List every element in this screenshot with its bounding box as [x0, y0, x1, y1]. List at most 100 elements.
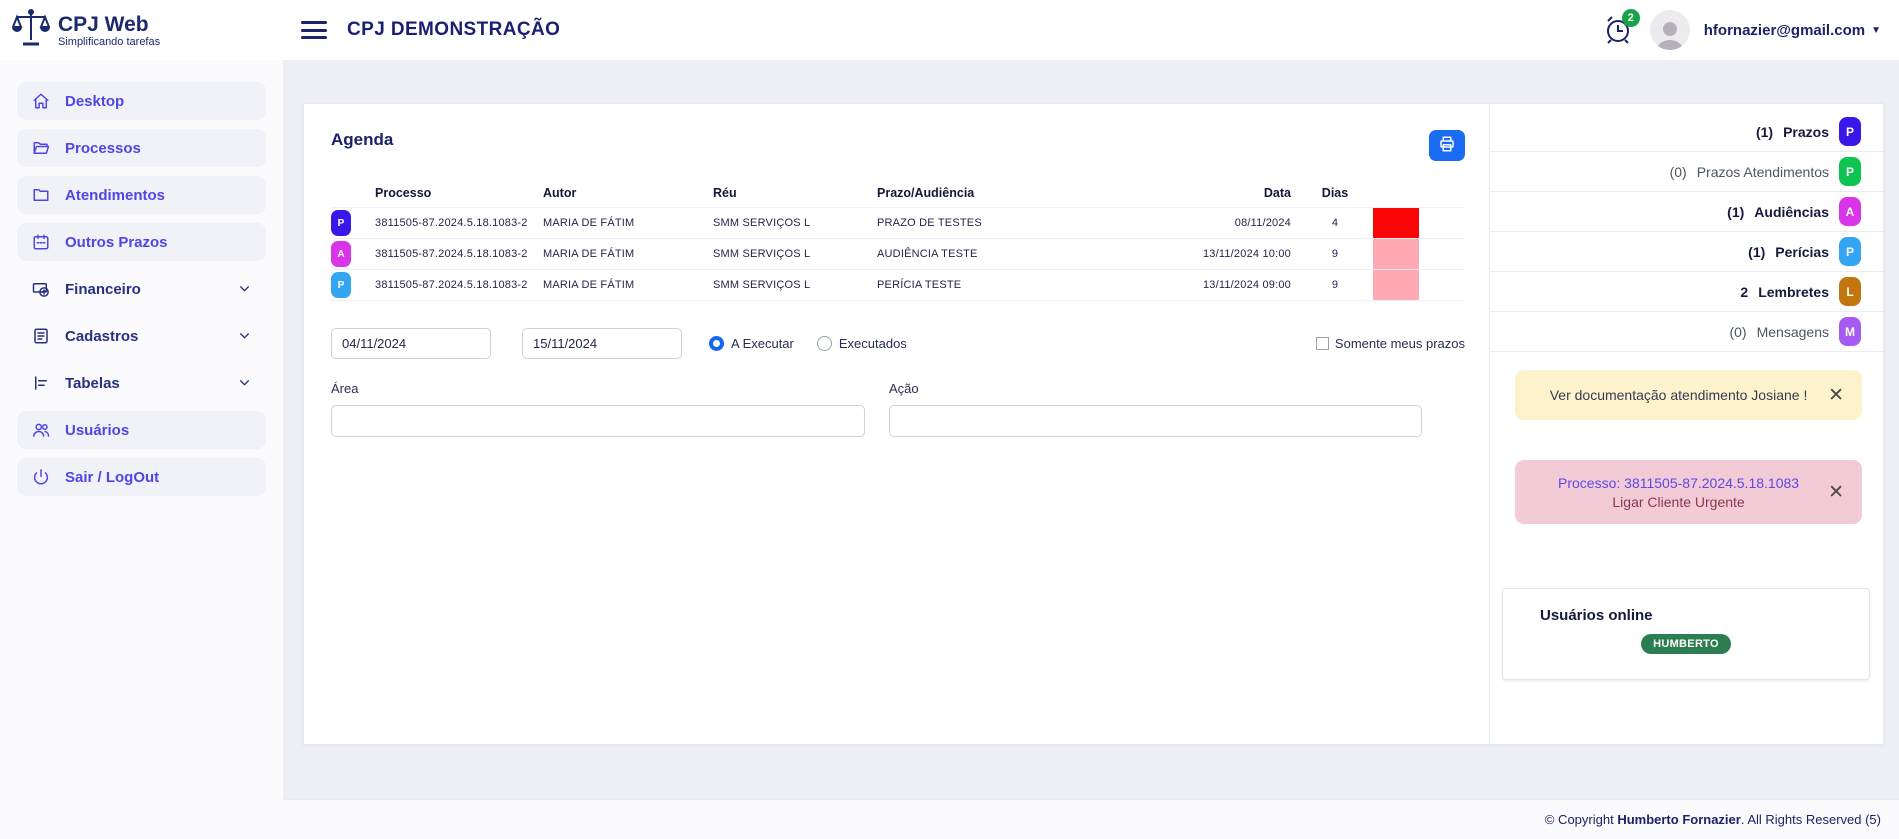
online-users-title: Usuários online — [1540, 607, 1869, 624]
cell-autor: MARIA DE FÁTIM — [543, 248, 713, 260]
summary-mensagens[interactable]: (0) Mensagens M — [1490, 312, 1883, 352]
print-button[interactable] — [1429, 130, 1465, 161]
sidebar-item-processos[interactable]: Processos — [17, 129, 266, 167]
summary-panel: (1) Prazos P (0) Prazos Atendimentos P (… — [1490, 104, 1883, 744]
summary-prazos[interactable]: (1) Prazos P — [1490, 112, 1883, 152]
cell-prazo: PERÍCIA TESTE — [877, 279, 1177, 291]
cell-data: 13/11/2024 10:00 — [1177, 248, 1297, 260]
date-from-input[interactable] — [331, 328, 491, 359]
cell-prazo: PRAZO DE TESTES — [877, 217, 1177, 229]
summary-badge: P — [1839, 237, 1861, 266]
sidebar-item-desktop[interactable]: Desktop — [17, 82, 266, 120]
scales-of-justice-icon — [12, 8, 50, 53]
radio-executados[interactable] — [817, 336, 832, 351]
summary-label: Lembretes — [1758, 284, 1829, 300]
brand-tagline: Simplificando tarefas — [58, 36, 160, 48]
sidebar-item-outros-prazos[interactable]: Outros Prazos — [17, 223, 266, 261]
agenda-table-header: Processo Autor Réu Prazo/Audiência Data … — [331, 179, 1465, 208]
agenda-table-row[interactable]: A 3811505-87.2024.5.18.1083-2 MARIA DE F… — [331, 239, 1465, 270]
area-label: Área — [331, 381, 865, 396]
summary-count: (0) — [1729, 324, 1746, 340]
acao-input[interactable] — [889, 405, 1422, 437]
agenda-table-row[interactable]: P 3811505-87.2024.5.18.1083-2 MARIA DE F… — [331, 270, 1465, 301]
summary-label: Prazos Atendimentos — [1697, 164, 1829, 180]
power-icon — [31, 467, 51, 487]
avatar[interactable] — [1650, 10, 1690, 50]
notification-count-badge: 2 — [1622, 9, 1640, 27]
cell-processo: 3811505-87.2024.5.18.1083-2 — [375, 217, 543, 229]
date-to-input[interactable] — [522, 328, 682, 359]
tree-list-icon — [31, 373, 51, 393]
brand-logo[interactable]: CPJ Web Simplificando tarefas — [12, 8, 160, 53]
area-input[interactable] — [331, 405, 865, 437]
cell-dias: 4 — [1297, 217, 1373, 229]
sidebar: Desktop Processos Atendimentos Outros Pr… — [0, 60, 283, 839]
summary-label: Audiências — [1754, 204, 1829, 220]
folder-icon — [31, 185, 51, 205]
alarm-clock-icon — [1602, 32, 1634, 49]
somente-meus-prazos-label[interactable]: Somente meus prazos — [1335, 336, 1465, 351]
summary-prazos-atendimentos[interactable]: (0) Prazos Atendimentos P — [1490, 152, 1883, 192]
sidebar-item-logout[interactable]: Sair / LogOut — [17, 458, 266, 496]
sidebar-item-financeiro[interactable]: Financeiro — [17, 270, 266, 308]
close-icon[interactable]: ✕ — [1826, 384, 1846, 407]
radio-a-executar[interactable] — [709, 336, 724, 351]
sidebar-item-label: Desktop — [65, 93, 124, 110]
menu-toggle-icon[interactable] — [301, 19, 327, 41]
somente-meus-prazos-checkbox[interactable] — [1316, 337, 1329, 350]
users-icon — [31, 420, 51, 440]
sidebar-item-label: Tabelas — [65, 375, 120, 392]
summary-audiencias[interactable]: (1) Audiências A — [1490, 192, 1883, 232]
sidebar-item-label: Financeiro — [65, 281, 141, 298]
cell-reu: SMM SERVIÇOS L — [713, 217, 877, 229]
summary-label: Perícias — [1775, 244, 1829, 260]
sidebar-item-label: Sair / LogOut — [65, 469, 159, 486]
acao-label: Ação — [889, 381, 1422, 396]
list-document-icon — [31, 326, 51, 346]
online-users-card: Usuários online HUMBERTO — [1502, 588, 1870, 680]
sidebar-item-tabelas[interactable]: Tabelas — [17, 364, 266, 402]
folder-open-icon — [31, 138, 51, 158]
sidebar-item-usuarios[interactable]: Usuários — [17, 411, 266, 449]
cell-processo: 3811505-87.2024.5.18.1083-2 — [375, 279, 543, 291]
close-icon[interactable]: ✕ — [1826, 481, 1846, 504]
summary-lembretes[interactable]: 2 Lembretes L — [1490, 272, 1883, 312]
user-menu[interactable]: hfornazier@gmail.com ▼ — [1704, 22, 1881, 39]
agenda-table-row[interactable]: P 3811505-87.2024.5.18.1083-2 MARIA DE F… — [331, 208, 1465, 239]
cell-autor: MARIA DE FÁTIM — [543, 279, 713, 291]
top-header: CPJ Web Simplificando tarefas CPJ DEMONS… — [0, 0, 1899, 60]
money-icon — [31, 279, 51, 299]
agenda-table: Processo Autor Réu Prazo/Audiência Data … — [331, 179, 1465, 301]
processo-link[interactable]: Processo: 3811505-87.2024.5.18.1083 — [1531, 475, 1826, 491]
summary-badge: M — [1839, 317, 1861, 346]
summary-count: (1) — [1727, 204, 1744, 220]
col-data: Data — [1177, 186, 1297, 200]
copyright-text: © Copyright Humberto Fornazier. All Righ… — [1545, 812, 1881, 827]
cell-processo: 3811505-87.2024.5.18.1083-2 — [375, 248, 543, 260]
summary-count: (0) — [1670, 164, 1687, 180]
type-badge: A — [331, 241, 351, 267]
summary-badge: L — [1839, 277, 1861, 306]
summary-count: (1) — [1748, 244, 1765, 260]
summary-badge: A — [1839, 197, 1861, 226]
home-icon — [31, 91, 51, 111]
cell-autor: MARIA DE FÁTIM — [543, 217, 713, 229]
radio-a-executar-label[interactable]: A Executar — [731, 336, 794, 351]
notifications-button[interactable]: 2 — [1602, 13, 1636, 47]
sidebar-item-cadastros[interactable]: Cadastros — [17, 317, 266, 355]
summary-label: Prazos — [1783, 124, 1829, 140]
agenda-section: Agenda Processo Autor Réu Prazo/Audiênci… — [304, 104, 1490, 744]
summary-pericias[interactable]: (1) Perícias P — [1490, 232, 1883, 272]
reminder-alert: Ver documentação atendimento Josiane ! ✕ — [1515, 370, 1862, 420]
summary-badge: P — [1839, 117, 1861, 146]
radio-executados-label[interactable]: Executados — [839, 336, 907, 351]
agenda-title: Agenda — [331, 130, 393, 150]
summary-label: Mensagens — [1757, 324, 1829, 340]
cell-prazo: AUDIÊNCIA TESTE — [877, 248, 1177, 260]
calendar-icon — [31, 232, 51, 252]
sidebar-item-label: Cadastros — [65, 328, 138, 345]
chevron-down-icon — [238, 329, 252, 343]
type-badge: P — [331, 210, 351, 236]
reminder-text: Ver documentação atendimento Josiane ! — [1531, 387, 1826, 403]
sidebar-item-atendimentos[interactable]: Atendimentos — [17, 176, 266, 214]
